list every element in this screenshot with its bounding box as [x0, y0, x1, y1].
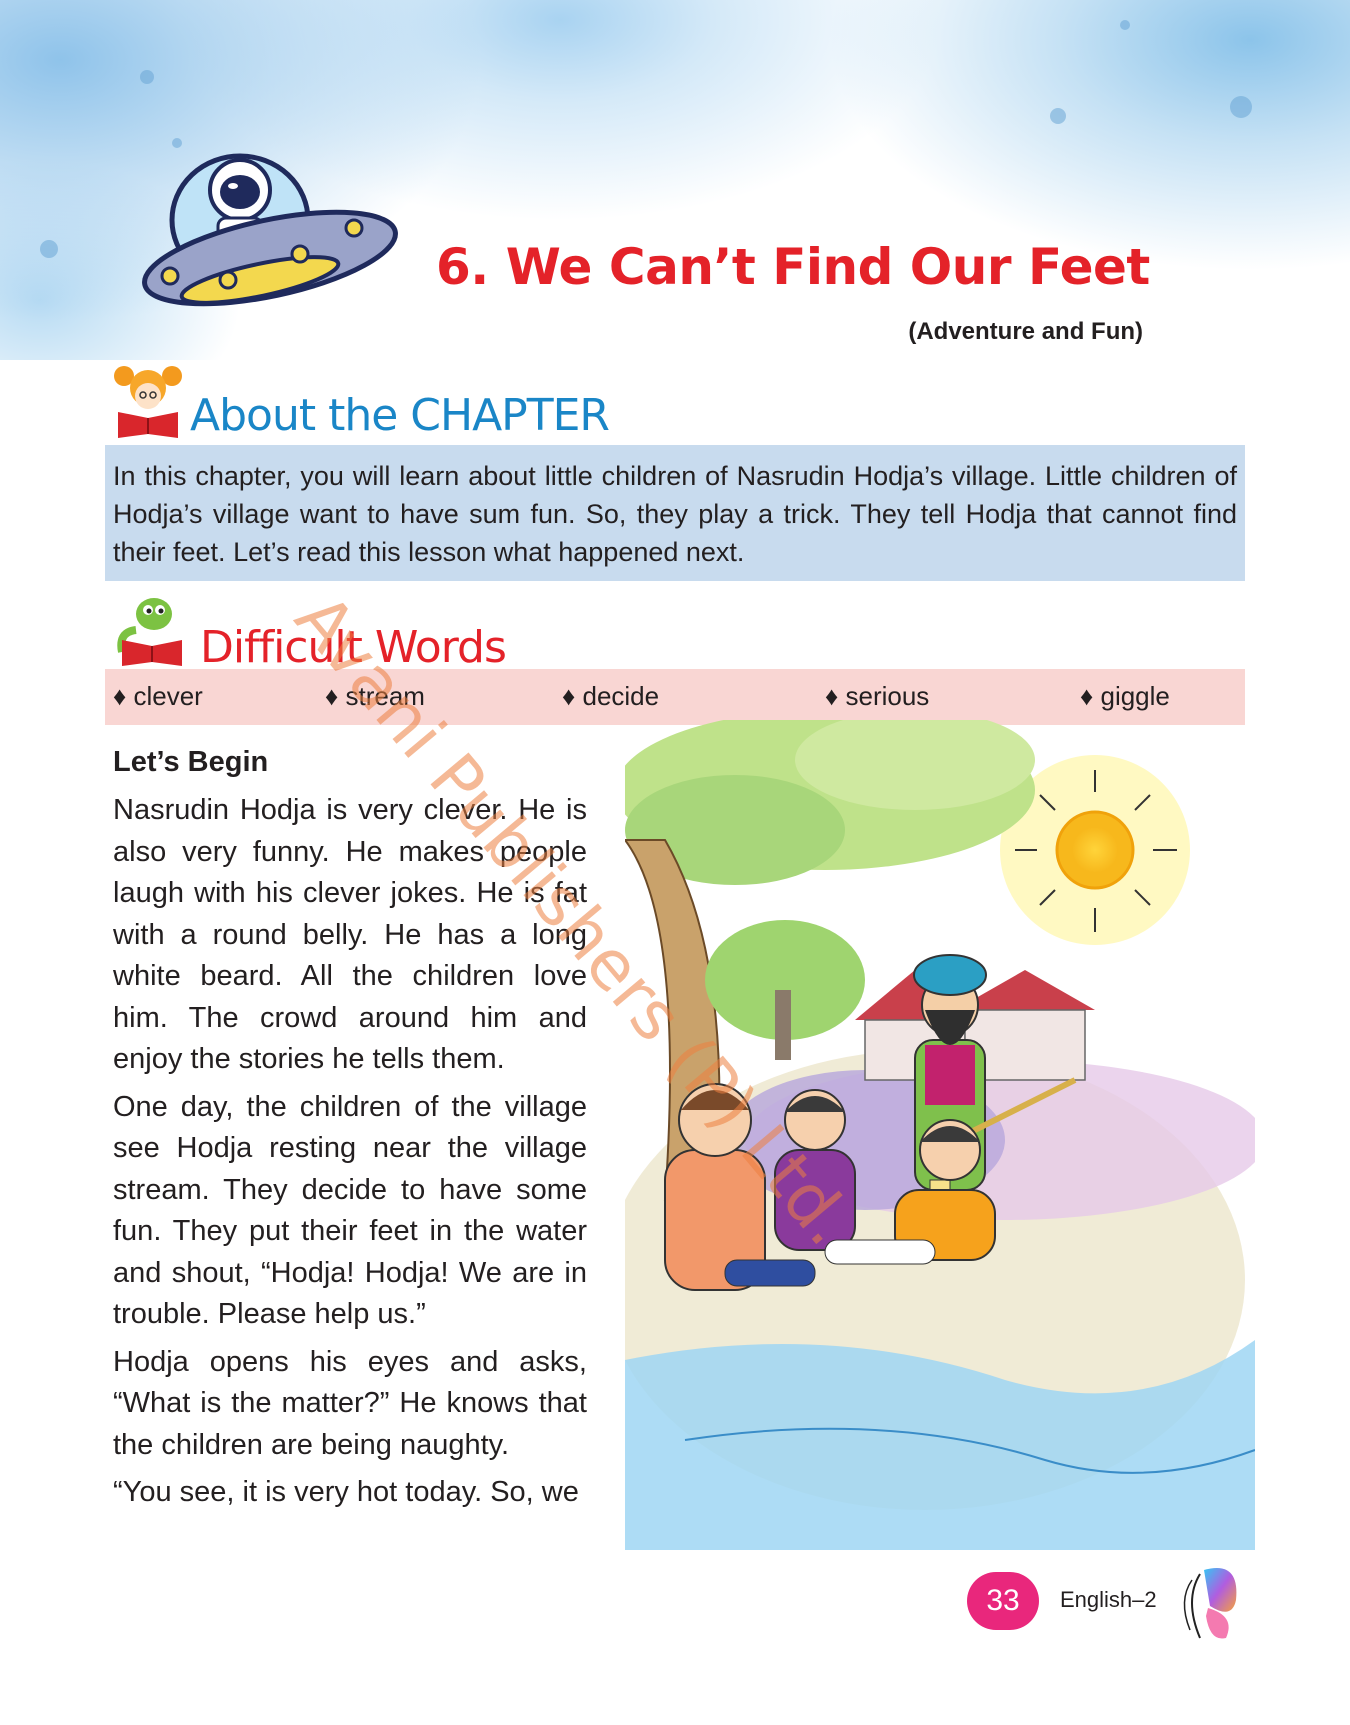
dinosaur-reading-icon [117, 598, 182, 666]
lets-begin-heading: Let’s Begin [113, 746, 269, 778]
difficult-word: ♦ serious [825, 681, 930, 711]
lesson-paragraph: Nasrudin Hodja is very clever. He is als… [113, 794, 587, 1075]
about-chapter-box: In this chapter, you will learn about li… [105, 445, 1245, 581]
chapter-title: 6. We Can’t Find Our Feet [436, 238, 1150, 296]
lesson-text: Nasrudin Hodja is very clever. He is als… [113, 790, 587, 1520]
difficult-words-heading: Difficult Words [200, 622, 507, 673]
about-chapter-heading: About the CHAPTER [190, 390, 610, 441]
page-number: 33 [967, 1572, 1039, 1630]
difficult-words-box: ♦ clever ♦ stream ♦ decide ♦ serious ♦ g… [105, 669, 1245, 725]
book-title: English–2 [1060, 1587, 1157, 1612]
girl-reading-icon [114, 366, 182, 438]
paint-splash [40, 240, 58, 258]
paint-splash [1230, 96, 1252, 118]
chapter-subtitle: (Adventure and Fun) [908, 318, 1143, 345]
difficult-word: ♦ giggle [1080, 681, 1170, 711]
ufo-astronaut-icon [142, 153, 398, 307]
paint-splash [1120, 20, 1130, 30]
difficult-word: ♦ decide [562, 681, 660, 711]
about-chapter-text: In this chapter, you will learn about li… [113, 461, 1237, 567]
paint-splash [1050, 108, 1066, 124]
lesson-paragraph: One day, the children of the village see… [113, 1090, 587, 1331]
difficult-word: ♦ clever [113, 681, 203, 711]
paint-splash [140, 70, 154, 84]
lesson-paragraph: Hodja opens his eyes and asks, “What is … [113, 1345, 587, 1461]
butterfly-icon [1183, 1568, 1237, 1639]
lesson-paragraph: “You see, it is very hot today. So, we [113, 1476, 579, 1508]
difficult-word: ♦ stream [325, 681, 425, 711]
story-illustration [625, 720, 1255, 1550]
